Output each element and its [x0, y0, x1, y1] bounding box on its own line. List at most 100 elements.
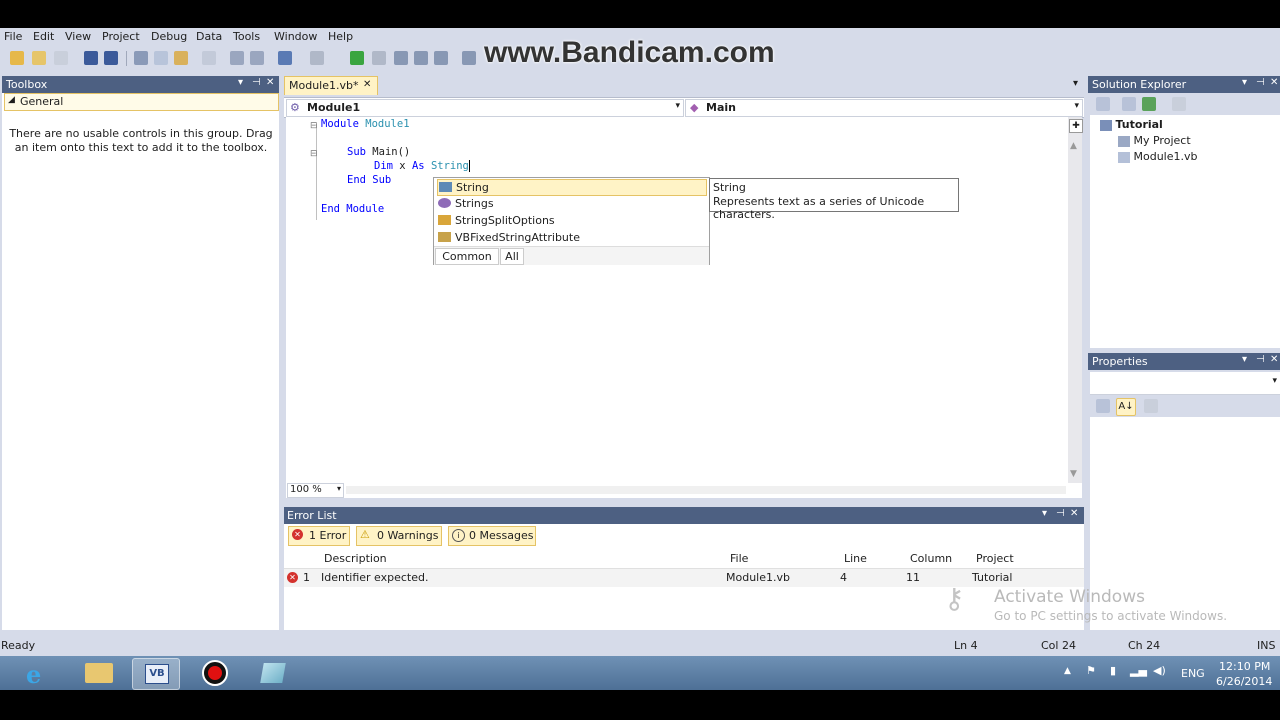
properties-icon[interactable] — [1096, 97, 1110, 111]
horizontal-scrollbar[interactable] — [346, 486, 1066, 494]
properties-object-dropdown[interactable]: ▾ — [1090, 372, 1280, 395]
categorized-icon[interactable] — [1096, 399, 1110, 413]
code-line-5: End Module — [321, 203, 385, 215]
menu-file[interactable]: File — [4, 30, 22, 43]
app-icon[interactable] — [250, 658, 296, 688]
tree-item-my-project[interactable]: My Project — [1118, 134, 1191, 147]
scroll-down-icon[interactable]: ▼ — [1070, 469, 1077, 479]
column-header-description[interactable]: Description — [324, 552, 387, 565]
view-code-icon[interactable] — [1172, 97, 1186, 111]
paste-icon[interactable] — [174, 51, 188, 65]
dropdown-icon[interactable]: ▾ — [1042, 508, 1047, 519]
redo-icon[interactable] — [310, 51, 324, 65]
errors-filter-button[interactable]: ✕ 1 Error — [288, 526, 350, 546]
tab-close-icon[interactable]: ✕ — [363, 79, 371, 90]
step-into-icon[interactable] — [394, 51, 408, 65]
add-item-icon[interactable] — [54, 51, 68, 65]
open-file-icon[interactable] — [32, 51, 46, 65]
pin-icon[interactable]: ⊣ — [252, 77, 261, 88]
action-center-icon[interactable]: ⚑ — [1086, 664, 1096, 677]
menu-project[interactable]: Project — [102, 30, 140, 43]
menu-edit[interactable]: Edit — [33, 30, 54, 43]
file-explorer-icon[interactable] — [76, 658, 122, 688]
close-icon[interactable]: ✕ — [266, 77, 274, 88]
battery-icon[interactable]: ▮ — [1110, 664, 1116, 677]
member-dropdown[interactable]: ◆ Main ▾ — [685, 99, 1083, 117]
save-all-icon[interactable] — [104, 51, 118, 65]
menu-debug[interactable]: Debug — [151, 30, 187, 43]
tree-item-project[interactable]: Tutorial — [1100, 118, 1163, 131]
code-line-1: Module Module1 — [321, 118, 410, 130]
property-pages-icon[interactable] — [1144, 399, 1158, 413]
pin-icon[interactable]: ⊣ — [1256, 354, 1265, 365]
type-dropdown[interactable]: ⚙ Module1 ▾ — [286, 99, 684, 117]
internet-explorer-icon[interactable]: e — [16, 658, 62, 689]
menu-tools[interactable]: Tools — [233, 30, 260, 43]
new-project-icon[interactable] — [10, 51, 24, 65]
alphabetical-icon[interactable]: A↓ — [1116, 398, 1136, 416]
dropdown-icon[interactable]: ▾ — [1242, 354, 1247, 365]
tree-item-module1[interactable]: Module1.vb — [1118, 150, 1198, 163]
network-icon[interactable]: ▂▄ — [1130, 664, 1147, 677]
menu-window[interactable]: Window — [274, 30, 317, 43]
error-list-title: Error List — [287, 509, 337, 522]
step-over-icon[interactable] — [414, 51, 428, 65]
close-icon[interactable]: ✕ — [1270, 77, 1278, 88]
show-all-files-icon[interactable] — [1122, 97, 1136, 111]
dropdown-icon[interactable]: ▾ — [1242, 77, 1247, 88]
pin-icon[interactable]: ⊣ — [1056, 508, 1065, 519]
find-in-files-icon[interactable] — [462, 51, 476, 65]
intellisense-list: String Strings StringSplitOptions VBFixe… — [433, 177, 710, 265]
warnings-filter-button[interactable]: ⚠ 0 Warnings — [356, 526, 442, 546]
stop-icon[interactable] — [372, 51, 386, 65]
error-icon: ✕ — [287, 572, 298, 583]
completion-item[interactable]: VBFixedStringAttribute — [437, 230, 705, 245]
column-header-line[interactable]: Line — [844, 552, 867, 565]
split-icon[interactable]: ✚ — [1069, 119, 1083, 133]
scroll-up-icon[interactable]: ▲ — [1070, 141, 1077, 151]
menu-view[interactable]: View — [65, 30, 91, 43]
dropdown-icon[interactable]: ▾ — [238, 77, 243, 88]
bandicam-icon[interactable] — [192, 658, 238, 688]
zoom-dropdown[interactable]: 100 % ▾ — [287, 483, 344, 498]
cut-icon[interactable] — [134, 51, 148, 65]
uncomment-icon[interactable] — [250, 51, 264, 65]
editor-vertical-scrollbar[interactable]: ✚ ▲ ▼ — [1068, 117, 1083, 483]
method-icon: ◆ — [690, 101, 699, 114]
column-header-file[interactable]: File — [730, 552, 748, 565]
copy-icon[interactable] — [154, 51, 168, 65]
column-header-project[interactable]: Project — [976, 552, 1014, 565]
completion-item[interactable]: StringSplitOptions — [437, 213, 705, 228]
find-icon[interactable] — [202, 51, 216, 65]
menu-help[interactable]: Help — [328, 30, 353, 43]
completion-item[interactable]: Strings — [437, 196, 705, 211]
properties-title: Properties — [1092, 355, 1148, 368]
collapse-module-icon[interactable]: ⊟ — [310, 121, 318, 131]
visual-basic-icon[interactable]: VB — [132, 658, 180, 690]
video-bottom-letterbox — [0, 690, 1280, 720]
pin-icon[interactable]: ⊣ — [1256, 77, 1265, 88]
refresh-icon[interactable] — [1142, 97, 1156, 111]
comment-icon[interactable] — [230, 51, 244, 65]
tab-common[interactable]: Common — [435, 248, 499, 265]
tab-module1[interactable]: Module1.vb* ✕ — [284, 76, 378, 95]
language-indicator[interactable]: ENG — [1181, 667, 1205, 680]
save-icon[interactable] — [84, 51, 98, 65]
menu-data[interactable]: Data — [196, 30, 222, 43]
close-icon[interactable]: ✕ — [1070, 508, 1078, 519]
collapse-sub-icon[interactable]: ⊟ — [310, 149, 318, 159]
volume-icon[interactable]: ◀) — [1153, 664, 1166, 677]
start-debugging-icon[interactable] — [350, 51, 364, 65]
undo-icon[interactable] — [278, 51, 292, 65]
clock-date[interactable]: 6/26/2014 — [1216, 675, 1272, 688]
step-out-icon[interactable] — [434, 51, 448, 65]
column-header-column[interactable]: Column — [910, 552, 952, 565]
completion-item[interactable]: String — [437, 179, 707, 196]
tab-all[interactable]: All — [500, 248, 524, 265]
messages-filter-button[interactable]: i 0 Messages — [448, 526, 536, 546]
close-icon[interactable]: ✕ — [1270, 354, 1278, 365]
clock-time[interactable]: 12:10 PM — [1219, 660, 1270, 673]
toolbox-group-general[interactable]: ◢ General — [4, 93, 279, 111]
tab-dropdown-icon[interactable]: ▾ — [1073, 78, 1078, 89]
show-hidden-icons-icon[interactable]: ▲ — [1064, 666, 1071, 676]
